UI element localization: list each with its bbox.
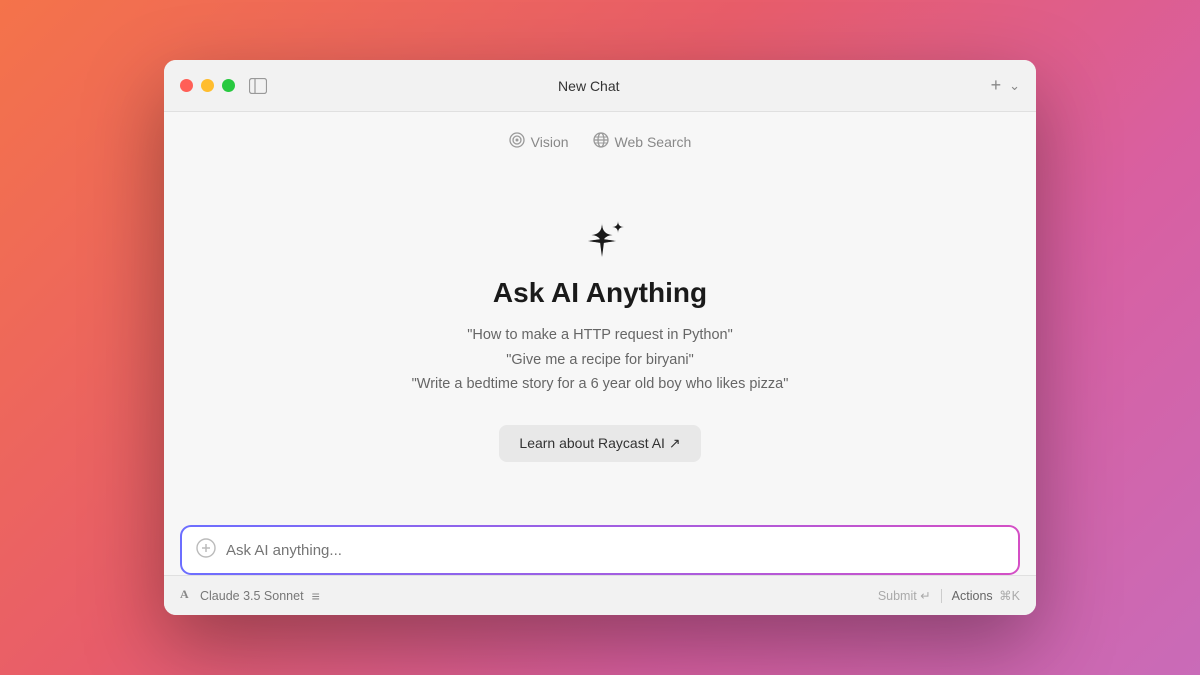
titlebar-actions: + ⌄ [991,75,1020,96]
add-chat-button[interactable]: + [991,75,1002,96]
model-name: Claude 3.5 Sonnet [200,589,304,603]
chevron-down-icon[interactable]: ⌄ [1009,78,1020,94]
hero-examples: "How to make a HTTP request in Python" "… [412,323,789,397]
input-border [180,525,1020,575]
input-area [164,525,1036,575]
example-2: "Give me a recipe for biryani" [412,348,789,373]
model-logo-icon: A [180,587,194,604]
titlebar: New Chat + ⌄ [164,60,1036,112]
svg-text:A: A [180,587,189,601]
content-area: Vision Web Search [164,112,1036,575]
input-plus-icon[interactable] [196,538,216,563]
status-right: Submit ↵ Actions ⌘K [878,588,1020,603]
model-menu-icon[interactable]: ≡ [312,588,320,604]
status-bar: A Claude 3.5 Sonnet ≡ Submit ↵ Actions ⌘… [164,575,1036,615]
model-info: A Claude 3.5 Sonnet ≡ [180,587,320,604]
chat-input[interactable] [226,542,1004,559]
input-inner [182,527,1018,573]
hero-section: Ask AI Anything "How to make a HTTP requ… [372,142,829,525]
window-title: New Chat [187,78,991,94]
divider [941,589,942,603]
example-3: "Write a bedtime story for a 6 year old … [412,372,789,397]
app-window: New Chat + ⌄ Vision [164,60,1036,615]
submit-label: Submit ↵ [878,588,931,603]
learn-button[interactable]: Learn about Raycast AI ↗ [499,425,700,462]
hero-title: Ask AI Anything [493,277,707,309]
sparkle-icon [564,205,636,277]
actions-shortcut: ⌘K [999,589,1020,603]
example-1: "How to make a HTTP request in Python" [412,323,789,348]
actions-button[interactable]: Actions ⌘K [952,588,1020,603]
